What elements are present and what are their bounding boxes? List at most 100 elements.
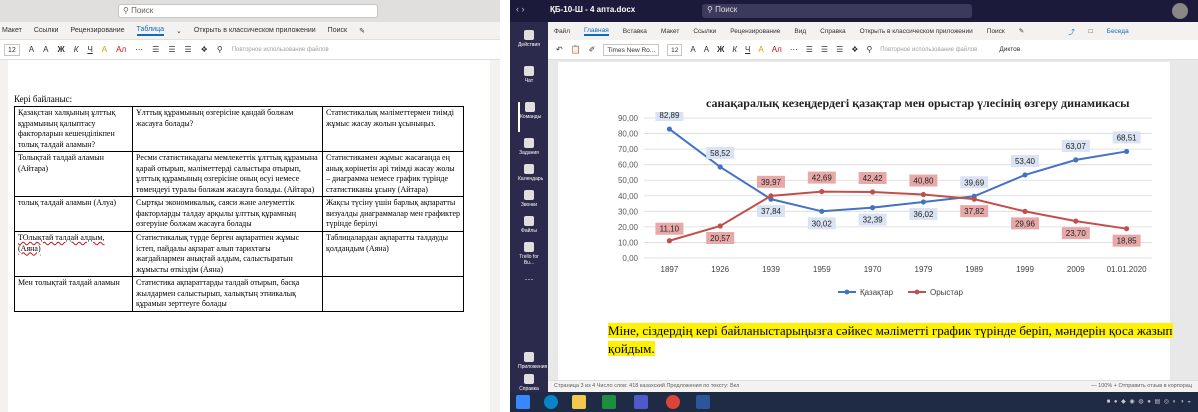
tab-review[interactable]: Рецензирование — [730, 28, 780, 35]
data-label: 37,82 — [964, 207, 985, 216]
sidebar-item-chat[interactable]: Чат — [518, 66, 540, 96]
left-find-icon[interactable]: ⚲ — [217, 45, 223, 54]
teams-app-icon[interactable] — [634, 395, 648, 409]
conversation-button[interactable]: Беседа — [1107, 28, 1129, 35]
left-align-icon[interactable]: ☰ — [184, 45, 191, 54]
table-cell[interactable]: ТОлықтай талдай алдым, (Аяна) — [14, 231, 133, 278]
excel-icon[interactable] — [602, 395, 616, 409]
left-pen-icon[interactable]: ✎ — [359, 27, 365, 35]
reuse-files-hint[interactable]: Повторное использование файлов — [880, 47, 977, 53]
left-more-icon[interactable]: ⋯ — [135, 45, 143, 54]
table-cell[interactable]: Сыртқы экономикалық, саяси және әлеуметт… — [132, 196, 323, 233]
tab-search[interactable]: Поиск — [987, 28, 1005, 35]
table-cell[interactable]: Статистикалық түрде берген ақпаратпен жұ… — [132, 231, 323, 278]
back-forward-arrows-icon[interactable]: ‹ › — [516, 4, 525, 14]
table-cell[interactable]: Таблицалардан ақпаратты талдауды қолданд… — [322, 231, 464, 278]
sidebar-item-trello[interactable]: Trello for Bu... — [518, 242, 540, 272]
more-apps-icon[interactable]: ⋯ — [518, 274, 540, 304]
font-color-button[interactable]: Ал — [772, 45, 782, 54]
data-label: 11,10 — [660, 225, 680, 234]
table-cell[interactable]: Жақсы түсіну үшін барлық ақпаратты визуа… — [322, 196, 464, 233]
table-cell[interactable]: Мен толықтай талдай аламын — [14, 276, 133, 312]
left-font-color-button[interactable]: Ал — [116, 45, 126, 54]
avatar[interactable] — [1172, 3, 1188, 19]
more-icon[interactable]: ⋯ — [790, 45, 798, 54]
styles-icon[interactable]: ❖ — [851, 45, 858, 54]
left-styles-icon[interactable]: ❖ — [201, 45, 208, 54]
left-reuse-files-hint[interactable]: Повторное использование файлов — [232, 47, 329, 53]
left-tab-search[interactable]: Поиск — [328, 27, 347, 34]
numbering-icon[interactable]: ☰ — [821, 45, 828, 54]
table-cell[interactable]: Статистикалық мәліметтермен тиімді жұмыс… — [322, 105, 464, 153]
table-cell[interactable]: Ресми статистикадағы мемлекеттік ұлттық … — [132, 151, 323, 198]
x-tick-label: 1939 — [762, 265, 780, 274]
table-cell[interactable]: Статистикамен жұмыс жасағанда ең анық кө… — [322, 151, 464, 198]
open-desktop-button[interactable]: Открыть в классическом приложении — [860, 28, 973, 35]
align-icon[interactable]: ☰ — [836, 45, 843, 54]
tab-view[interactable]: Вид — [794, 28, 806, 35]
left-bold-button[interactable]: Ж — [57, 45, 64, 54]
bold-button[interactable]: Ж — [717, 45, 724, 54]
left-grow-font-button[interactable]: A — [29, 45, 34, 54]
table-cell[interactable]: толық талдай аламын (Алуа) — [14, 196, 133, 233]
table-cell[interactable]: Толықтай талдай аламын (Айтара) — [14, 151, 133, 198]
status-right[interactable]: — 100% + Отправить отзыв в корпорац — [1091, 383, 1192, 390]
sidebar-item-teams[interactable]: Команды — [518, 102, 541, 132]
table-cell[interactable] — [322, 276, 464, 312]
font-size-select[interactable]: 12 — [667, 43, 683, 56]
sidebar-item-activity[interactable]: Действия — [518, 30, 540, 60]
format-painter-icon[interactable]: ✐ — [589, 45, 596, 54]
data-point — [1073, 157, 1079, 163]
share-icon[interactable]: ⤴ — [1068, 26, 1075, 36]
left-numbering-icon[interactable]: ☰ — [168, 45, 175, 54]
dictate-button[interactable]: Диктов — [999, 46, 1020, 53]
y-tick-label: 90,00 — [618, 114, 639, 123]
left-tab-layout[interactable]: Макет — [2, 27, 22, 34]
right-search-box[interactable]: ⚲ Поиск — [702, 4, 972, 18]
file-explorer-icon[interactable] — [572, 395, 586, 409]
grow-font-button[interactable]: A — [690, 45, 695, 54]
comments-icon[interactable]: □ — [1089, 28, 1093, 35]
left-bullets-icon[interactable]: ☰ — [152, 45, 159, 54]
pen-icon[interactable]: ✎ — [1019, 27, 1024, 35]
tab-help[interactable]: Справка — [820, 28, 846, 35]
shrink-font-button[interactable]: A — [704, 45, 709, 54]
windows-start-icon[interactable] — [516, 395, 530, 409]
table-cell[interactable]: Қазақстан халқының ұлттық құрамының қалы… — [14, 105, 133, 153]
bullets-icon[interactable]: ☰ — [806, 45, 813, 54]
table-cell[interactable]: Статистика ақпараттарды талдай отырып, б… — [132, 276, 323, 312]
y-tick-label: 30,00 — [618, 207, 639, 216]
undo-icon[interactable]: ↶ — [556, 45, 563, 54]
data-label: 63,07 — [1066, 142, 1087, 151]
left-tab-review[interactable]: Рецензирование — [70, 27, 124, 34]
find-icon[interactable]: ⚲ — [866, 45, 872, 54]
left-underline-button[interactable]: Ч — [87, 45, 92, 54]
edge-icon[interactable] — [544, 395, 558, 409]
system-tray[interactable]: ■ ● ◆ ◉ ◍ ● ▤ ◎ ◐ ◑ ◒ — [1107, 398, 1192, 405]
font-name-select[interactable]: Times New Ro... — [603, 43, 660, 56]
tab-file[interactable]: Файл — [554, 28, 570, 35]
left-highlight-button[interactable]: А — [102, 45, 107, 54]
data-label: 18,85 — [1117, 237, 1138, 246]
left-open-desktop-button[interactable]: Открыть в классическом приложении — [194, 27, 316, 34]
left-tab-table[interactable]: Таблица — [136, 26, 164, 36]
tab-insert[interactable]: Вставка — [623, 28, 647, 35]
chrome-icon[interactable] — [666, 395, 680, 409]
left-shrink-font-button[interactable]: A — [43, 45, 48, 54]
left-tab-references[interactable]: Ссылки — [34, 27, 59, 34]
paste-icon[interactable]: 📋 — [571, 45, 581, 54]
highlight-button[interactable]: А — [758, 45, 763, 54]
tab-home[interactable]: Главная — [583, 27, 609, 36]
table-cell[interactable]: Ұлттық құрамының өзгерісіне қандай болжа… — [132, 105, 323, 153]
file-icon — [524, 216, 534, 226]
right-title-bar: ‹ › ҚБ-10-Ш - 4 апта.docx ⚲ Поиск — [510, 0, 1198, 22]
left-chevron-down-icon[interactable]: ⌄ — [176, 27, 182, 35]
tab-references[interactable]: Ссылки — [693, 28, 716, 35]
tab-layout[interactable]: Макет — [661, 28, 679, 35]
underline-button[interactable]: Ч — [745, 45, 750, 54]
left-italic-button[interactable]: К — [74, 45, 79, 54]
left-search-box[interactable]: ⚲ Поиск — [118, 4, 378, 18]
left-font-size-select[interactable]: 12 — [4, 43, 20, 56]
italic-button[interactable]: К — [732, 45, 737, 54]
word-icon[interactable] — [696, 395, 710, 409]
